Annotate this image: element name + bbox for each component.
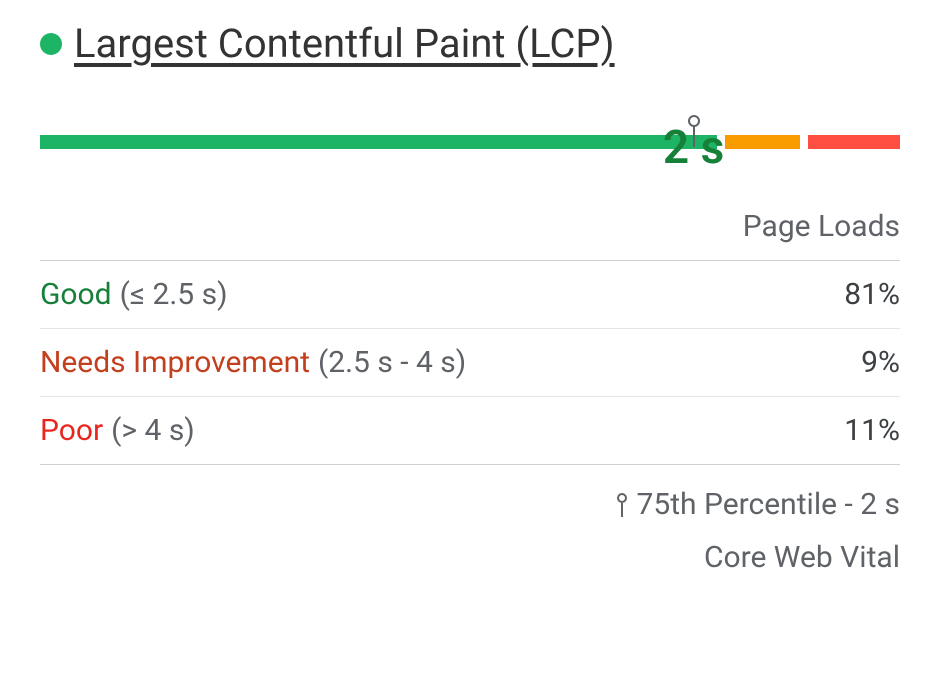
row-range-good: (≤ 2.5 s) (120, 277, 228, 312)
table-row: Needs Improvement (2.5 s - 4 s) 9% (40, 329, 900, 397)
table-row: Good (≤ 2.5 s) 81% (40, 261, 900, 329)
percentile-label: 75th Percentile - 2 s (637, 487, 900, 522)
table-header-row: Page Loads (40, 193, 900, 261)
metric-title-link[interactable]: Largest Contentful Paint (LCP) (74, 20, 615, 67)
row-range-poor: (> 4 s) (111, 413, 195, 448)
status-dot-icon (40, 33, 62, 55)
row-value-poor: 11% (844, 413, 900, 448)
row-value-needs-improvement: 9% (861, 345, 900, 380)
bar-segment-needs-improvement (725, 135, 800, 149)
row-range-needs-improvement: (2.5 s - 4 s) (318, 345, 466, 380)
metric-value: 2 s (663, 121, 724, 175)
row-label-poor: Poor (40, 413, 103, 448)
lcp-metric-card: Largest Contentful Paint (LCP) 2 s Page … (0, 0, 940, 595)
bar-segment-good (40, 135, 717, 149)
row-label-needs-improvement: Needs Improvement (40, 345, 310, 380)
distribution-bar (40, 135, 900, 149)
percentile-footer: 75th Percentile - 2 s (40, 487, 900, 522)
distribution-chart: 2 s (40, 135, 900, 149)
table-header-pageloads: Page Loads (743, 209, 900, 244)
bar-segment-poor (808, 135, 900, 149)
metric-header: Largest Contentful Paint (LCP) (40, 20, 900, 67)
row-label-good: Good (40, 277, 112, 312)
distribution-table: Page Loads Good (≤ 2.5 s) 81% Needs Impr… (40, 193, 900, 465)
core-web-vital-label: Core Web Vital (40, 540, 900, 575)
table-row: Poor (> 4 s) 11% (40, 397, 900, 465)
row-value-good: 81% (844, 277, 900, 312)
pin-icon (617, 493, 627, 517)
